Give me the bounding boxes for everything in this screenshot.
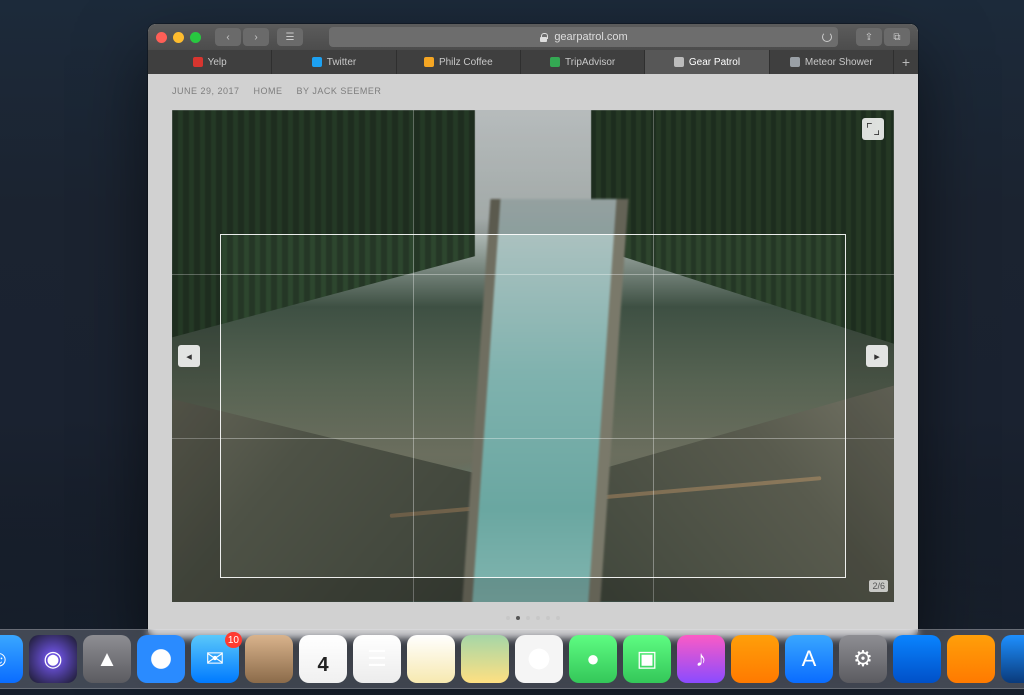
carousel-dot[interactable]: [536, 616, 540, 620]
tab-label: Philz Coffee: [439, 57, 493, 68]
fullscreen-button[interactable]: [862, 118, 884, 140]
favicon-icon: [312, 57, 322, 67]
calendar-day: 4: [317, 654, 328, 677]
carousel-dot[interactable]: [506, 616, 510, 620]
favicon-icon: [550, 57, 560, 67]
dock-app-mail[interactable]: ✉10: [191, 635, 239, 683]
carousel-dot[interactable]: [526, 616, 530, 620]
share-button[interactable]: ⇪: [856, 28, 882, 46]
carousel-dot[interactable]: [546, 616, 550, 620]
dock-app-pages[interactable]: [947, 635, 995, 683]
window-controls: [156, 32, 201, 43]
grid-line: [413, 110, 414, 602]
tab-label: Meteor Shower: [805, 57, 873, 68]
finder-icon: ☺: [0, 646, 10, 672]
reminders-icon: ☰: [367, 646, 387, 672]
tabs-button[interactable]: ⧉: [884, 28, 910, 46]
itunes-icon: ♪: [696, 646, 707, 672]
window-titlebar: ‹ › ☰ gearpatrol.com ⇪ ⧉: [148, 24, 918, 50]
minimize-button[interactable]: [173, 32, 184, 43]
address-bar[interactable]: gearpatrol.com: [329, 27, 838, 47]
dock-app-maps[interactable]: [461, 635, 509, 683]
nav-buttons: ‹ ›: [215, 28, 269, 46]
dock-app-facetime[interactable]: ▣: [623, 635, 671, 683]
badge: 10: [225, 632, 242, 648]
lock-icon: [539, 33, 548, 42]
favicon-icon: [790, 57, 800, 67]
tab-philz-coffee[interactable]: Philz Coffee: [397, 50, 521, 74]
dock-app-notes[interactable]: [407, 635, 455, 683]
hero-image: [172, 110, 894, 602]
article-byline: By JACK SEEMER: [297, 86, 382, 96]
sidebar-button[interactable]: ☰: [277, 28, 303, 46]
photos-icon: ✿: [530, 646, 548, 672]
url-text: gearpatrol.com: [554, 31, 627, 43]
slide-counter: 2/6: [869, 580, 888, 592]
tab-label: Yelp: [208, 57, 227, 68]
facetime-icon: ▣: [637, 646, 658, 672]
dock-app-safari[interactable]: [137, 635, 185, 683]
tab-twitter[interactable]: Twitter: [272, 50, 396, 74]
dock-app-reminders[interactable]: ☰: [353, 635, 401, 683]
dock-app-messages[interactable]: ●: [569, 635, 617, 683]
dock: ☺ ◉ ▲ ✉10 4 ☰ ✿ ● ▣ ♪ A ⚙: [0, 629, 1024, 689]
favicon-icon: [674, 57, 684, 67]
preferences-icon: ⚙: [853, 646, 873, 672]
dock-app-photos[interactable]: ✿: [515, 635, 563, 683]
appstore-icon: A: [802, 646, 817, 672]
launchpad-icon: ▲: [96, 646, 118, 672]
mail-icon: ✉: [206, 646, 224, 672]
grid-line: [172, 438, 894, 439]
dock-app-itunes[interactable]: ♪: [677, 635, 725, 683]
messages-icon: ●: [586, 646, 599, 672]
dock-app-appstore[interactable]: A: [785, 635, 833, 683]
prev-button[interactable]: ◂: [178, 345, 200, 367]
dock-app-calendar[interactable]: 4: [299, 635, 347, 683]
back-button[interactable]: ‹: [215, 28, 241, 46]
dock-app-contacts[interactable]: [245, 635, 293, 683]
article-date: JUNE 29, 2017: [172, 86, 240, 96]
page-content: JUNE 29, 2017 HOME By JACK SEEMER ◂ ▸ 2/…: [148, 74, 918, 638]
tab-bar: Yelp Twitter Philz Coffee TripAdvisor Gear P…: [148, 50, 918, 74]
grid-line: [653, 110, 654, 602]
reload-icon[interactable]: [822, 32, 832, 42]
safari-window: ‹ › ☰ gearpatrol.com ⇪ ⧉ Yelp Twitter Phil…: [148, 24, 918, 638]
close-button[interactable]: [156, 32, 167, 43]
tab-meteor-shower[interactable]: Meteor Shower: [770, 50, 894, 74]
favicon-icon: [424, 57, 434, 67]
new-tab-button[interactable]: +: [894, 50, 918, 74]
dock-app-finder[interactable]: ☺: [0, 635, 23, 683]
article-category: HOME: [254, 86, 283, 96]
forward-button[interactable]: ›: [243, 28, 269, 46]
tab-tripadvisor[interactable]: TripAdvisor: [521, 50, 645, 74]
tab-label: TripAdvisor: [565, 57, 615, 68]
dock-app-siri[interactable]: ◉: [29, 635, 77, 683]
dock-app-ibooks[interactable]: [731, 635, 779, 683]
dock-app-preferences[interactable]: ⚙: [839, 635, 887, 683]
expand-icon: [867, 123, 879, 135]
favicon-icon: [193, 57, 203, 67]
tab-yelp[interactable]: Yelp: [148, 50, 272, 74]
siri-icon: ◉: [43, 646, 62, 672]
carousel-dots: [148, 616, 918, 620]
carousel-dot[interactable]: [516, 616, 520, 620]
carousel-dot[interactable]: [556, 616, 560, 620]
next-button[interactable]: ▸: [866, 345, 888, 367]
dock-app-keynote[interactable]: [893, 635, 941, 683]
tab-gear-patrol[interactable]: Gear Patrol: [645, 50, 769, 74]
maximize-button[interactable]: [190, 32, 201, 43]
grid-line: [172, 274, 894, 275]
article-meta: JUNE 29, 2017 HOME By JACK SEEMER: [148, 74, 918, 96]
tab-label: Gear Patrol: [689, 57, 740, 68]
tab-label: Twitter: [327, 57, 356, 68]
dock-app-launchpad[interactable]: ▲: [83, 635, 131, 683]
dock-app-xcode[interactable]: [1001, 635, 1024, 683]
